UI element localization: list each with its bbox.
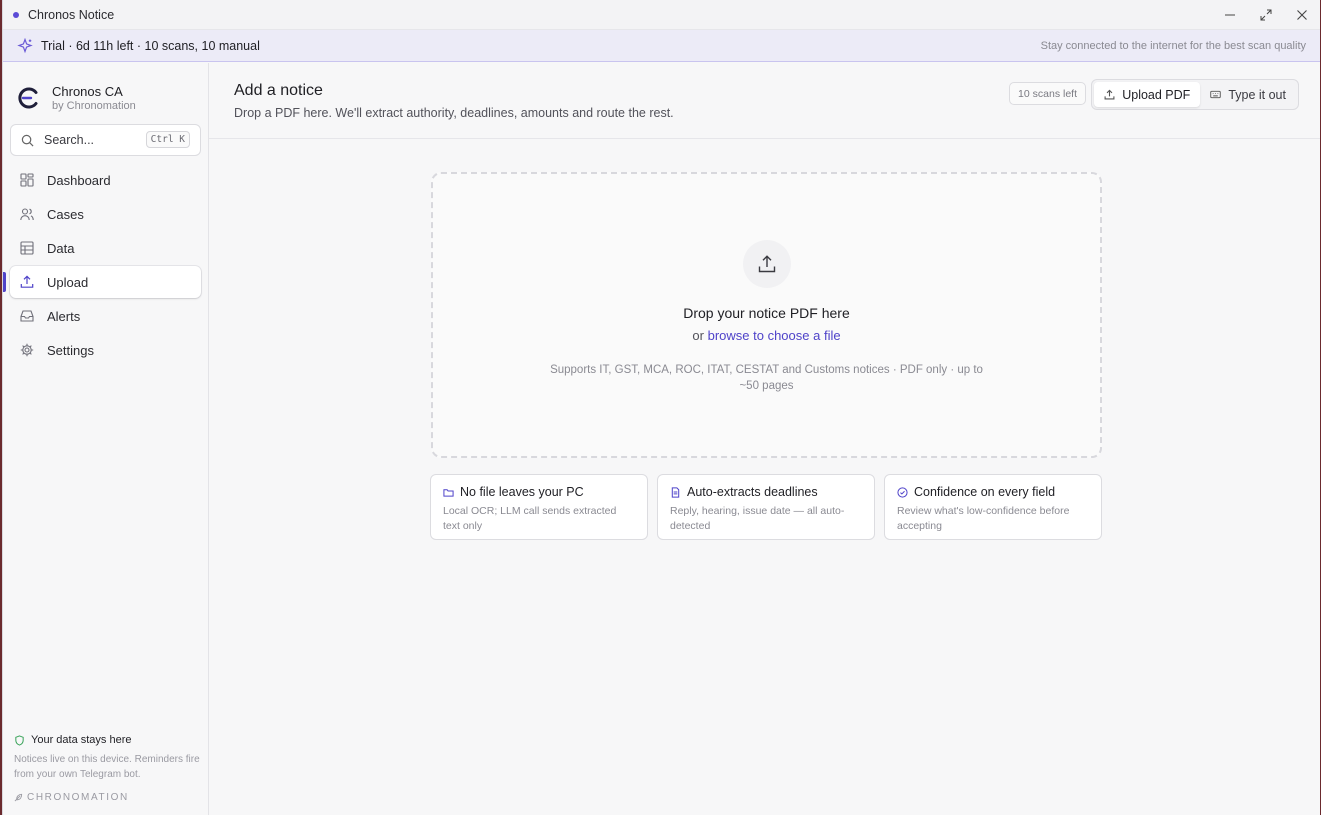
dropzone-title: Drop your notice PDF here: [683, 305, 850, 321]
brand-subtitle: by Chronomation: [52, 99, 136, 112]
upload-pdf-button[interactable]: Upload PDF: [1094, 82, 1201, 107]
search-shortcut: Ctrl K: [145, 131, 190, 148]
close-button[interactable]: [1284, 0, 1320, 30]
shield-icon: [15, 734, 24, 746]
inbox-icon: [20, 310, 34, 322]
footer-brand: CHRONOMATION: [14, 792, 202, 803]
connectivity-hint: Stay connected to the internet for the b…: [1040, 39, 1306, 52]
table-icon: [20, 241, 34, 255]
trial-banner: Trial · 6d 11h left · 10 scans, 10 manua…: [3, 30, 1320, 62]
sidebar-item-label: Data: [47, 240, 75, 256]
close-icon: [1297, 10, 1307, 20]
window-title: Chronos Notice: [28, 7, 115, 22]
dashboard-icon: [20, 173, 34, 187]
feature-card-confidence: Confidence on every field Review what's …: [884, 474, 1102, 540]
sidebar-item-settings[interactable]: Settings: [10, 334, 201, 366]
scans-left-badge: 10 scans left: [1009, 82, 1086, 105]
feature-title-row: No file leaves your PC: [443, 485, 635, 499]
feature-title-row: Confidence on every field: [897, 485, 1089, 499]
feature-title: Auto-extracts deadlines: [687, 485, 818, 499]
sidebar-item-data[interactable]: Data: [10, 232, 201, 264]
document-icon: [671, 486, 680, 498]
users-icon: [20, 208, 34, 221]
check-circle-icon: [897, 486, 908, 498]
brand-name: Chronos CA: [52, 83, 123, 99]
sidebar-item-cases[interactable]: Cases: [10, 198, 201, 230]
app-window: Chronos Notice Trial · 6d 11h left · 10 …: [2, 0, 1320, 815]
minimize-button[interactable]: [1212, 0, 1248, 30]
app-dot-icon: [13, 11, 19, 18]
feature-text: Local OCR; LLM call sends extracted text…: [443, 505, 617, 532]
pdf-dropzone[interactable]: Drop your notice PDF here or browse to c…: [431, 172, 1102, 458]
sidebar: Chronos CA by Chronomation Ctrl K Dashbo…: [3, 63, 209, 815]
feature-card-local: No file leaves your PC Local OCR; LLM ca…: [430, 474, 648, 540]
search-icon: [21, 134, 34, 146]
upload-icon: [20, 275, 34, 288]
expand-icon: [1260, 9, 1272, 21]
sidebar-item-upload[interactable]: Upload: [3, 266, 201, 298]
feature-title-row: Auto-extracts deadlines: [670, 485, 862, 499]
sidebar-item-label: Upload: [47, 274, 89, 290]
feature-title: No file leaves your PC: [460, 485, 584, 499]
dropzone-or: or: [692, 328, 704, 343]
minimize-icon: [1225, 14, 1235, 16]
input-mode-toggle: Upload PDF Type it out: [1091, 79, 1299, 110]
chronos-logo-icon: [18, 87, 38, 109]
trial-status: Trial · 6d 11h left · 10 scans, 10 manua…: [41, 38, 260, 53]
feature-card-deadlines: Auto-extracts deadlines Reply, hearing, …: [657, 474, 875, 540]
privacy-title-text: Your data stays here: [31, 734, 132, 746]
privacy-title: Your data stays here: [14, 734, 202, 746]
feature-title: Confidence on every field: [914, 485, 1056, 499]
window-controls: [1212, 0, 1320, 30]
maximize-button[interactable]: [1248, 0, 1284, 30]
type-it-out-button[interactable]: Type it out: [1200, 82, 1296, 107]
sidebar-item-label: Settings: [47, 342, 94, 358]
keyboard-icon: [1210, 90, 1222, 99]
sidebar-item-label: Cases: [47, 206, 84, 222]
dropzone-upload-icon: [743, 240, 791, 288]
sparkle-icon: [17, 37, 33, 53]
feature-cards: No file leaves your PC Local OCR; LLM ca…: [430, 474, 1102, 540]
privacy-text: Notices live on this device. Reminders f…: [14, 754, 200, 780]
sidebar-item-dashboard[interactable]: Dashboard: [10, 164, 201, 196]
upload-icon: [758, 255, 776, 273]
sidebar-item-alerts[interactable]: Alerts: [10, 300, 201, 332]
page-header: Add a notice Drop a PDF here. We'll extr…: [209, 63, 1320, 139]
search-input[interactable]: [44, 133, 144, 147]
sidebar-item-label: Alerts: [47, 308, 81, 324]
dropzone-browse-line: or browse to choose a file: [433, 328, 1100, 343]
main-panel: Add a notice Drop a PDF here. We'll extr…: [209, 63, 1320, 815]
upload-pdf-label: Upload PDF: [1122, 87, 1191, 102]
folder-icon: [443, 488, 454, 497]
sidebar-nav: Dashboard Cases Data Upload Alerts Setti…: [3, 164, 208, 366]
brand: Chronos CA by Chronomation: [3, 63, 208, 115]
upload-icon: [1104, 89, 1115, 100]
feature-text: Review what's low-confidence before acce…: [897, 505, 1070, 532]
dropzone-support-text: Supports IT, GST, MCA, ROC, ITAT, CESTAT…: [550, 364, 983, 392]
privacy-footer: Your data stays here Notices live on thi…: [14, 734, 202, 803]
feature-text: Reply, hearing, issue date — all auto-de…: [670, 505, 845, 532]
type-it-out-label: Type it out: [1228, 87, 1286, 102]
browse-file-link[interactable]: browse to choose a file: [708, 328, 841, 343]
sidebar-item-label: Dashboard: [47, 172, 111, 188]
footer-brand-text: CHRONOMATION: [27, 792, 129, 803]
feather-icon: [14, 793, 23, 802]
title-bar: Chronos Notice: [3, 0, 1320, 30]
gear-icon: [20, 343, 34, 357]
search-box[interactable]: Ctrl K: [10, 124, 201, 156]
